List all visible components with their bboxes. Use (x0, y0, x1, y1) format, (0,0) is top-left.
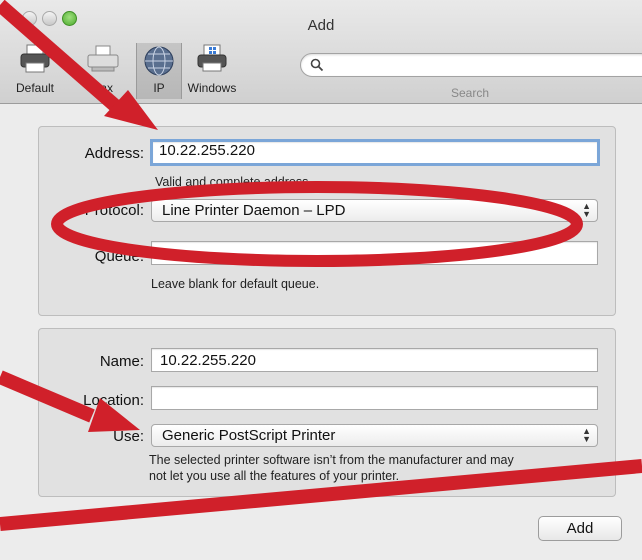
toolbar-ip[interactable]: IP (136, 43, 182, 99)
protocol-value: Line Printer Daemon – LPD (162, 202, 346, 219)
globe-icon (144, 46, 174, 76)
name-field[interactable]: 10.22.255.220 (151, 348, 598, 372)
search-label: Search (450, 86, 490, 100)
queue-label: Queue: (94, 248, 144, 265)
fax-icon (87, 45, 119, 72)
toolbar-ip-label: IP (153, 81, 165, 95)
toolbar-windows[interactable]: Windows (182, 43, 242, 99)
add-printer-window: Add Default Fax IP Windows Search Addres… (0, 0, 642, 560)
address-label: Address: (84, 145, 144, 162)
toolbar-fax[interactable]: Fax (78, 43, 128, 99)
window-title: Add (307, 17, 335, 34)
use-value: Generic PostScript Printer (162, 427, 336, 444)
use-hint-line1: The selected printer software isn’t from… (149, 453, 514, 467)
queue-field[interactable] (151, 241, 598, 265)
toolbar-windows-label: Windows (187, 81, 237, 95)
search-input[interactable] (300, 53, 642, 77)
toolbar: Add Default Fax IP Windows Search (0, 0, 642, 104)
name-label: Name: (99, 353, 144, 370)
location-label: Location: (83, 392, 144, 409)
printer-icon (20, 44, 50, 73)
updown-arrows-icon: ▲ ▼ (582, 426, 591, 444)
use-label: Use: (113, 428, 144, 445)
use-hint-line2: not let you use all the features of your… (149, 469, 400, 483)
add-button[interactable]: Add (538, 516, 622, 541)
toolbar-fax-label: Fax (92, 81, 113, 95)
toolbar-default[interactable]: Default (10, 43, 60, 99)
protocol-label: Protocol: (84, 202, 144, 219)
search-icon (310, 58, 324, 72)
toolbar-default-label: Default (15, 81, 55, 95)
address-hint: Valid and complete address. (155, 175, 312, 189)
windows-printer-icon (197, 44, 227, 72)
queue-hint: Leave blank for default queue. (151, 277, 320, 291)
protocol-popup[interactable]: Line Printer Daemon – LPD ▲ ▼ (151, 199, 598, 222)
use-popup[interactable]: Generic PostScript Printer ▲ ▼ (151, 424, 598, 447)
address-field[interactable]: 10.22.255.220 (150, 139, 600, 166)
location-field[interactable] (151, 386, 598, 410)
updown-arrows-icon: ▲ ▼ (582, 201, 591, 219)
